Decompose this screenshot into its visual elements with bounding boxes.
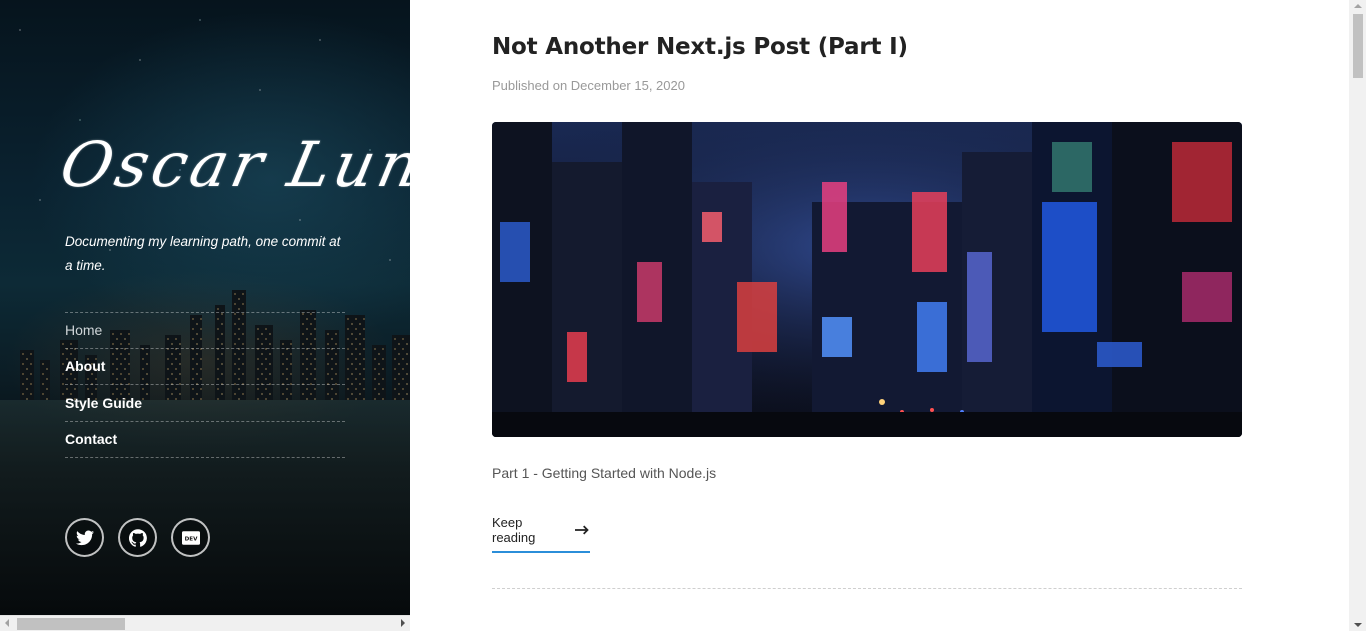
social-links: DEV <box>65 518 210 557</box>
nav-item-contact[interactable]: Contact <box>65 422 345 458</box>
site-logo[interactable]: Oscar Luna <box>54 128 410 201</box>
twitter-icon <box>75 530 94 545</box>
horizontal-scrollbar-thumb[interactable] <box>17 618 125 630</box>
vertical-scrollbar[interactable] <box>1349 0 1366 631</box>
nav-item-style-guide[interactable]: Style Guide <box>65 385 345 422</box>
vertical-scrollbar-thumb[interactable] <box>1353 14 1363 78</box>
post-excerpt: Part 1 - Getting Started with Node.js <box>492 465 717 481</box>
twitter-link[interactable] <box>65 518 104 557</box>
city-street-night-image <box>492 122 1242 437</box>
site-tagline: Documenting my learning path, one commit… <box>65 234 341 273</box>
main-navigation: Home About Style Guide Contact <box>65 312 345 458</box>
scroll-down-arrow-icon[interactable] <box>1354 623 1362 627</box>
keep-reading-link[interactable]: Keep reading <box>492 515 590 553</box>
dev-icon-label: DEV <box>184 536 197 542</box>
nav-item-label[interactable]: Style Guide <box>65 395 142 411</box>
post-divider <box>492 588 1242 589</box>
scroll-left-arrow-icon[interactable] <box>5 619 9 627</box>
dev-icon: DEV <box>181 530 200 545</box>
nav-item-home[interactable]: Home <box>65 312 345 349</box>
post-featured-image[interactable] <box>492 122 1242 437</box>
post-title[interactable]: Not Another Next.js Post (Part I) <box>492 34 908 60</box>
keep-reading-label[interactable]: Keep reading <box>492 515 567 545</box>
github-icon <box>128 528 147 547</box>
arrow-right-icon <box>574 525 589 535</box>
nav-item-about[interactable]: About <box>65 349 345 385</box>
sidebar: Oscar Luna Documenting my learning path,… <box>0 0 410 631</box>
scroll-up-arrow-icon[interactable] <box>1354 4 1362 8</box>
nav-item-label[interactable]: Contact <box>65 431 117 447</box>
main-content: Not Another Next.js Post (Part I) Publis… <box>410 0 1349 631</box>
github-link[interactable] <box>118 518 157 557</box>
nav-item-label[interactable]: About <box>65 358 105 374</box>
dev-link[interactable]: DEV <box>171 518 210 557</box>
horizontal-scrollbar[interactable] <box>0 615 410 631</box>
post-date: Published on December 15, 2020 <box>492 78 685 93</box>
scroll-right-arrow-icon[interactable] <box>401 619 405 627</box>
nav-item-label[interactable]: Home <box>65 322 102 338</box>
